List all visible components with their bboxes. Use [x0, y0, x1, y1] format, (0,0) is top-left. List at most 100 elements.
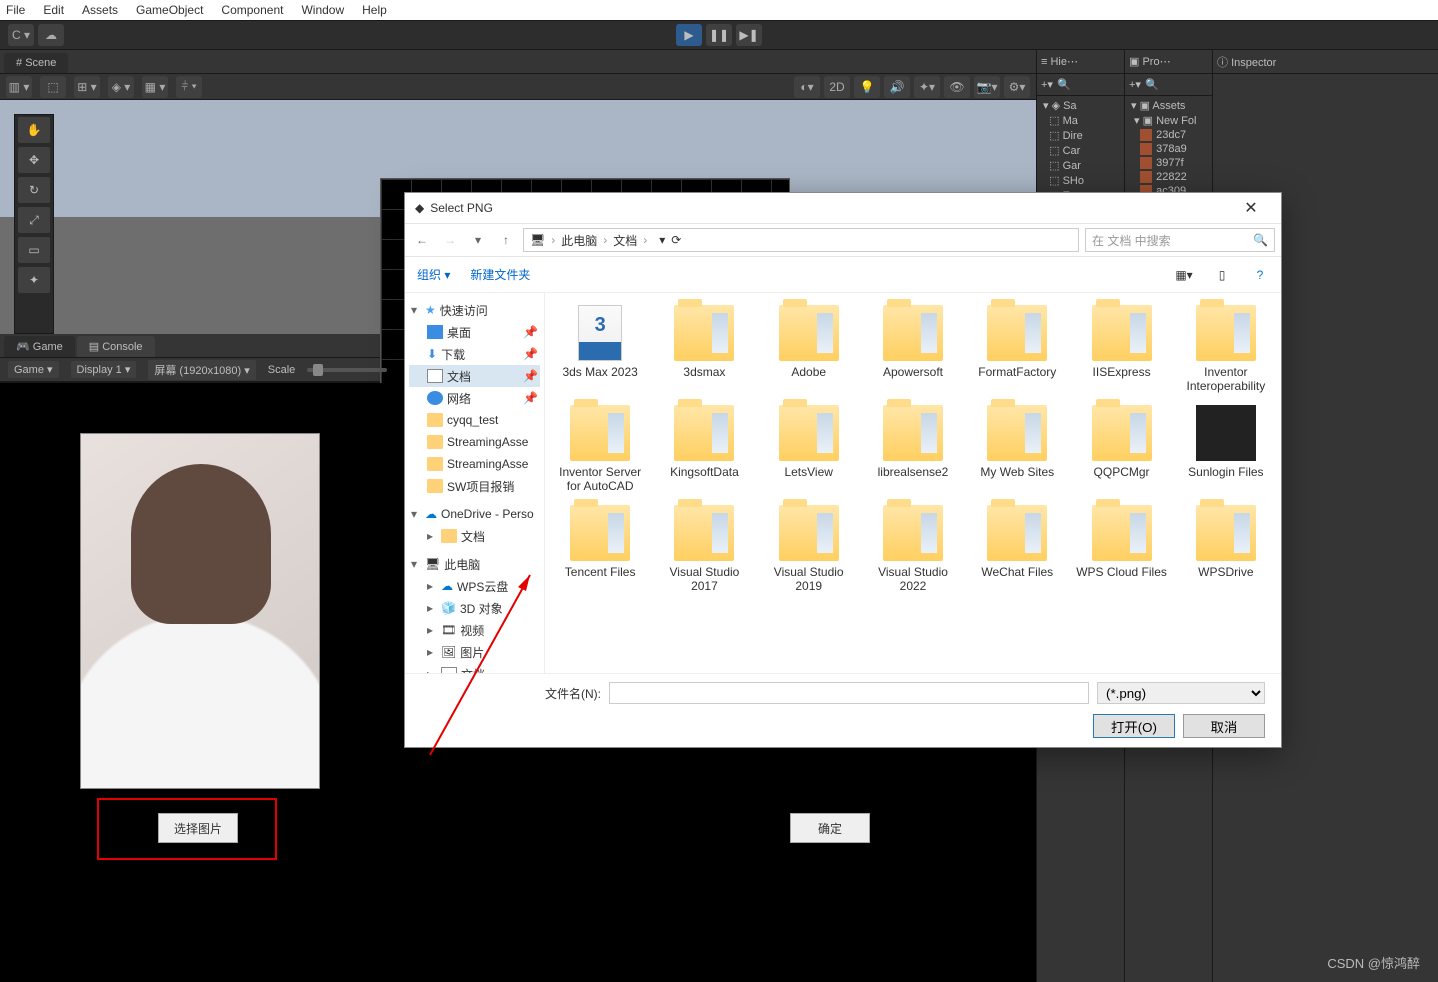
file-item[interactable]: KingsoftData: [653, 401, 755, 497]
nav-downloads[interactable]: ⬇下载📌: [409, 343, 540, 365]
nav-forward-icon[interactable]: →: [439, 233, 461, 247]
hand-tool-icon[interactable]: ✋: [18, 117, 50, 143]
grid-icon[interactable]: ▦ ▾: [142, 76, 168, 98]
file-item[interactable]: My Web Sites: [966, 401, 1068, 497]
file-item[interactable]: Visual Studio 2022: [862, 501, 964, 597]
file-item[interactable]: Apowersoft: [862, 301, 964, 397]
project-tab[interactable]: ▣ Pro: [1129, 55, 1160, 68]
scale-tool-icon[interactable]: ⤢: [18, 207, 50, 233]
file-item[interactable]: Inventor Interoperability: [1175, 301, 1277, 397]
file-item[interactable]: librealsense2: [862, 401, 964, 497]
search-input[interactable]: 在 文档 中搜索🔍: [1085, 228, 1275, 252]
nav-back-icon[interactable]: ←: [411, 233, 433, 247]
crumb-dropdown-icon[interactable]: ▾: [659, 233, 665, 247]
toggle-2d[interactable]: 2D: [824, 76, 850, 98]
hierarchy-item[interactable]: ⬚ Car: [1041, 143, 1120, 158]
project-asset[interactable]: 3977f: [1129, 156, 1208, 170]
nav-network[interactable]: 网络📌: [409, 387, 540, 409]
hierarchy-item[interactable]: ⬚ Ma: [1041, 113, 1120, 128]
menu-file[interactable]: File: [6, 3, 25, 17]
new-folder-button[interactable]: 新建文件夹: [470, 266, 530, 283]
tab-game[interactable]: 🎮 Game: [4, 336, 75, 357]
file-item[interactable]: Tencent Files: [549, 501, 651, 597]
view-mode-icon[interactable]: ▦▾: [1175, 266, 1193, 284]
rotate-tool-icon[interactable]: ↻: [18, 177, 50, 203]
menu-assets[interactable]: Assets: [82, 3, 118, 17]
file-item[interactable]: Adobe: [758, 301, 860, 397]
project-asset[interactable]: 378a9: [1129, 142, 1208, 156]
draw-mode-icon[interactable]: ⬚: [40, 76, 66, 98]
nav-folder[interactable]: SW项目报销: [409, 475, 540, 497]
nav-up-icon[interactable]: ↑: [495, 233, 517, 247]
file-item[interactable]: Sunlogin Files: [1175, 401, 1277, 497]
scale-slider[interactable]: [307, 368, 387, 372]
file-item[interactable]: FormatFactory: [966, 301, 1068, 397]
organize-button[interactable]: 组织 ▾: [417, 266, 450, 283]
menu-edit[interactable]: Edit: [43, 3, 64, 17]
project-asset[interactable]: 22822: [1129, 170, 1208, 184]
camera-icon[interactable]: 📷▾: [974, 76, 1000, 98]
shading-mode[interactable]: ▥ ▾: [6, 76, 32, 98]
gizmos-icon[interactable]: ⚙▾: [1004, 76, 1030, 98]
nav-folder[interactable]: StreamingAsse: [409, 453, 540, 475]
nav-recent-icon[interactable]: ▾: [467, 233, 489, 247]
project-folder[interactable]: ▾ ▣ New Fol: [1129, 113, 1208, 128]
inspector-tab[interactable]: ⓘ Inspector: [1217, 54, 1276, 70]
nav-desktop[interactable]: 桌面📌: [409, 321, 540, 343]
hierarchy-add-icon[interactable]: +▾: [1041, 78, 1053, 91]
scene-root[interactable]: ▾ ◈ Sa: [1041, 98, 1120, 113]
snap-icon[interactable]: ⫩ ▾: [176, 76, 202, 98]
rect-tool-icon[interactable]: ▭: [18, 237, 50, 263]
filename-input[interactable]: [609, 682, 1089, 704]
help-icon[interactable]: ?: [1251, 266, 1269, 284]
display-dropdown[interactable]: Display 1 ▾: [71, 361, 137, 378]
nav-folder[interactable]: ▸文档: [409, 525, 540, 547]
play-button[interactable]: ▶: [676, 24, 702, 46]
breadcrumb[interactable]: 🖥› 此电脑› 文档› ▾ ⟳: [523, 228, 1079, 252]
visibility-icon[interactable]: 👁: [944, 76, 970, 98]
hierarchy-item[interactable]: ⬚ Dire: [1041, 128, 1120, 143]
file-item[interactable]: Visual Studio 2017: [653, 501, 755, 597]
nav-quick-access[interactable]: ▾★快速访问: [409, 299, 540, 321]
nav-folder[interactable]: StreamingAsse: [409, 431, 540, 453]
step-button[interactable]: ▶❚: [736, 24, 762, 46]
file-item[interactable]: 33ds Max 2023: [549, 301, 651, 397]
file-item[interactable]: Visual Studio 2019: [758, 501, 860, 597]
handle-icon[interactable]: ◈ ▾: [108, 76, 134, 98]
pause-button[interactable]: ❚❚: [706, 24, 732, 46]
game-dropdown[interactable]: Game ▾: [8, 361, 59, 378]
cloud-icon[interactable]: ☁: [38, 24, 64, 46]
tab-scene[interactable]: # Scene: [4, 53, 68, 73]
menu-gameobject[interactable]: GameObject: [136, 3, 203, 17]
fx-icon[interactable]: ✦▾: [914, 76, 940, 98]
tab-console[interactable]: ▤ Console: [77, 336, 155, 357]
resolution-dropdown[interactable]: 屏幕 (1920x1080) ▾: [148, 360, 255, 380]
open-button[interactable]: 打开(O): [1093, 714, 1175, 738]
move-tool-icon[interactable]: ✥: [18, 147, 50, 173]
lighting-icon[interactable]: ◐▾: [794, 76, 820, 98]
select-image-button[interactable]: 选择图片: [158, 813, 238, 843]
hierarchy-tab[interactable]: ≡ Hie: [1041, 56, 1067, 68]
assets-root[interactable]: ▾ ▣ Assets: [1129, 98, 1208, 113]
account-button[interactable]: C ▾: [8, 24, 34, 46]
project-search-icon[interactable]: 🔍: [1145, 78, 1159, 91]
menu-component[interactable]: Component: [221, 3, 283, 17]
nav-folder[interactable]: cyqq_test: [409, 409, 540, 431]
hierarchy-item[interactable]: ⬚ SHo: [1041, 173, 1120, 188]
nav-documents[interactable]: 文档📌: [409, 365, 540, 387]
preview-pane-icon[interactable]: ▯: [1213, 266, 1231, 284]
project-asset[interactable]: 23dc7: [1129, 128, 1208, 142]
hierarchy-item[interactable]: ⬚ Gar: [1041, 158, 1120, 173]
file-item[interactable]: WPS Cloud Files: [1070, 501, 1172, 597]
file-item[interactable]: 3dsmax: [653, 301, 755, 397]
hierarchy-search-icon[interactable]: 🔍: [1057, 78, 1071, 91]
menu-window[interactable]: Window: [301, 3, 344, 17]
transform-tool-icon[interactable]: ✦: [18, 267, 50, 293]
pivot-icon[interactable]: ⊞ ▾: [74, 76, 100, 98]
project-add-icon[interactable]: +▾: [1129, 78, 1141, 91]
bulb-icon[interactable]: 💡: [854, 76, 880, 98]
file-item[interactable]: WeChat Files: [966, 501, 1068, 597]
menu-help[interactable]: Help: [362, 3, 387, 17]
refresh-icon[interactable]: ⟳: [671, 233, 681, 247]
file-item[interactable]: IISExpress: [1070, 301, 1172, 397]
